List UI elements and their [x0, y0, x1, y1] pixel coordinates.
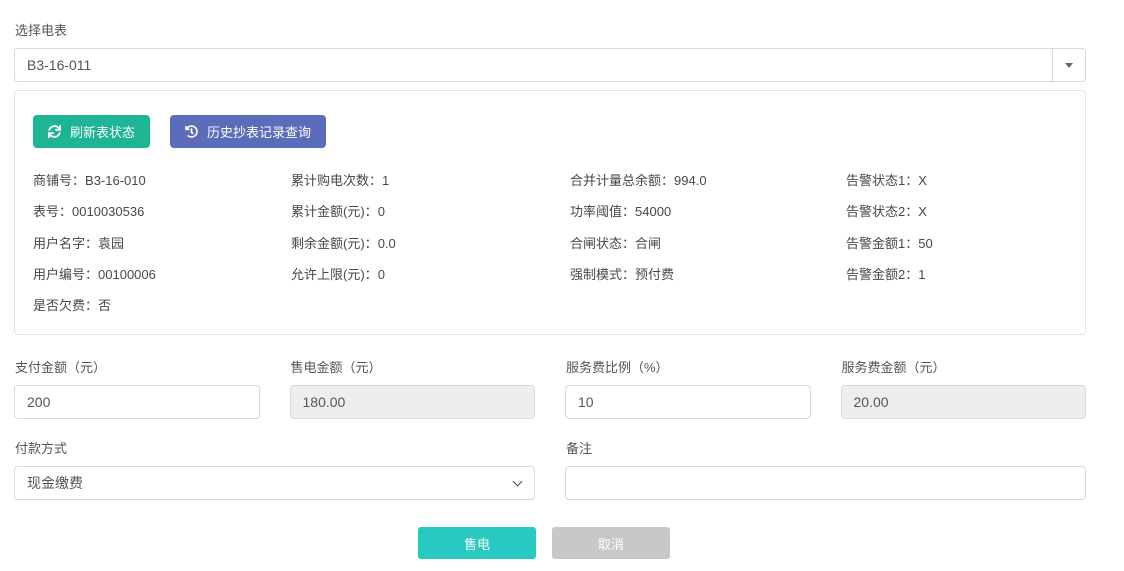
info-shop-number: 商铺号：B3-16-010 — [33, 173, 291, 189]
info-arrears: 是否欠费：否 — [33, 298, 291, 314]
info-user-name: 用户名字：袁园 — [33, 236, 291, 252]
service-fee-amount-input — [841, 385, 1087, 419]
service-fee-ratio-field-group: 服务费比例（%） — [565, 357, 811, 419]
meter-status-panel: 刷新表状态 历史抄表记录查询 商铺号：B3-16-010 表号：00100305… — [14, 90, 1086, 335]
amount-fields-row: 支付金额（元） 售电金额（元） 服务费比例（%） 服务费金额（元） — [14, 357, 1086, 419]
history-records-button[interactable]: 历史抄表记录查询 — [170, 115, 326, 148]
info-column-4: 告警状态1：X 告警状态2：X 告警金额1：50 告警金额2：1 — [846, 173, 1067, 314]
payment-method-field-group: 付款方式 现金缴费 — [14, 438, 535, 500]
info-alarm-amount-2: 告警金额2：1 — [846, 267, 1067, 283]
meter-select-combobox[interactable]: B3-16-011 — [14, 48, 1086, 82]
history-records-button-label: 历史抄表记录查询 — [207, 122, 311, 141]
service-fee-ratio-label: 服务费比例（%） — [566, 357, 811, 376]
meter-select-value[interactable]: B3-16-011 — [15, 49, 1052, 81]
info-combined-balance: 合并计量总余额：994.0 — [570, 173, 846, 189]
remark-label: 备注 — [566, 438, 1086, 457]
meter-info-grid: 商铺号：B3-16-010 表号：0010030536 用户名字：袁园 用户编号… — [33, 173, 1067, 314]
info-remaining-amount: 剩余金额(元)：0.0 — [291, 236, 570, 252]
info-total-amount: 累计金额(元)：0 — [291, 204, 570, 220]
refresh-status-button[interactable]: 刷新表状态 — [33, 115, 150, 148]
panel-toolbar: 刷新表状态 历史抄表记录查询 — [33, 115, 1067, 148]
cancel-button[interactable]: 取消 — [552, 527, 670, 559]
info-switch-status: 合闸状态：合闸 — [570, 236, 846, 252]
payment-method-select-wrap: 现金缴费 — [14, 466, 535, 500]
info-alarm-amount-1: 告警金额1：50 — [846, 236, 1067, 252]
info-user-id: 用户编号：00100006 — [33, 267, 291, 283]
sell-button[interactable]: 售电 — [418, 527, 536, 559]
service-fee-amount-label: 服务费金额（元） — [842, 357, 1087, 376]
history-icon — [185, 125, 198, 138]
payment-method-label: 付款方式 — [15, 438, 535, 457]
info-column-1: 商铺号：B3-16-010 表号：0010030536 用户名字：袁园 用户编号… — [33, 173, 291, 314]
info-alarm-status-1: 告警状态1：X — [846, 173, 1067, 189]
meter-select-caret-button[interactable] — [1052, 49, 1085, 81]
info-purchase-count: 累计购电次数：1 — [291, 173, 570, 189]
pay-amount-label: 支付金额（元） — [15, 357, 260, 376]
sell-electricity-page: 选择电表 B3-16-011 刷新表状态 历史抄表记录查询 商铺号：B — [14, 0, 1086, 559]
remark-field-group: 备注 — [565, 438, 1086, 500]
pay-amount-input[interactable] — [14, 385, 260, 419]
service-fee-amount-field-group: 服务费金额（元） — [841, 357, 1087, 419]
refresh-icon — [48, 125, 61, 138]
sell-amount-field-group: 售电金额（元） — [290, 357, 536, 419]
payment-method-select[interactable]: 现金缴费 — [14, 466, 535, 500]
sell-amount-input — [290, 385, 536, 419]
info-alarm-status-2: 告警状态2：X — [846, 204, 1067, 220]
service-fee-ratio-input[interactable] — [565, 385, 811, 419]
sell-amount-label: 售电金额（元） — [291, 357, 536, 376]
info-column-3: 合并计量总余额：994.0 功率阈值：54000 合闸状态：合闸 强制模式：预付… — [570, 173, 846, 314]
pay-amount-field-group: 支付金额（元） — [14, 357, 260, 419]
info-force-mode: 强制模式：预付费 — [570, 267, 846, 283]
refresh-status-button-label: 刷新表状态 — [70, 122, 135, 141]
payment-remark-row: 付款方式 现金缴费 备注 — [14, 438, 1086, 500]
info-column-2: 累计购电次数：1 累计金额(元)：0 剩余金额(元)：0.0 允许上限(元)：0 — [291, 173, 570, 314]
caret-down-icon — [1065, 63, 1073, 68]
meter-select-label: 选择电表 — [15, 20, 1086, 39]
info-power-threshold: 功率阈值：54000 — [570, 204, 846, 220]
info-allowed-limit: 允许上限(元)：0 — [291, 267, 570, 283]
action-buttons: 售电 取消 — [14, 527, 1086, 559]
info-meter-number: 表号：0010030536 — [33, 204, 291, 220]
remark-input[interactable] — [565, 466, 1086, 500]
